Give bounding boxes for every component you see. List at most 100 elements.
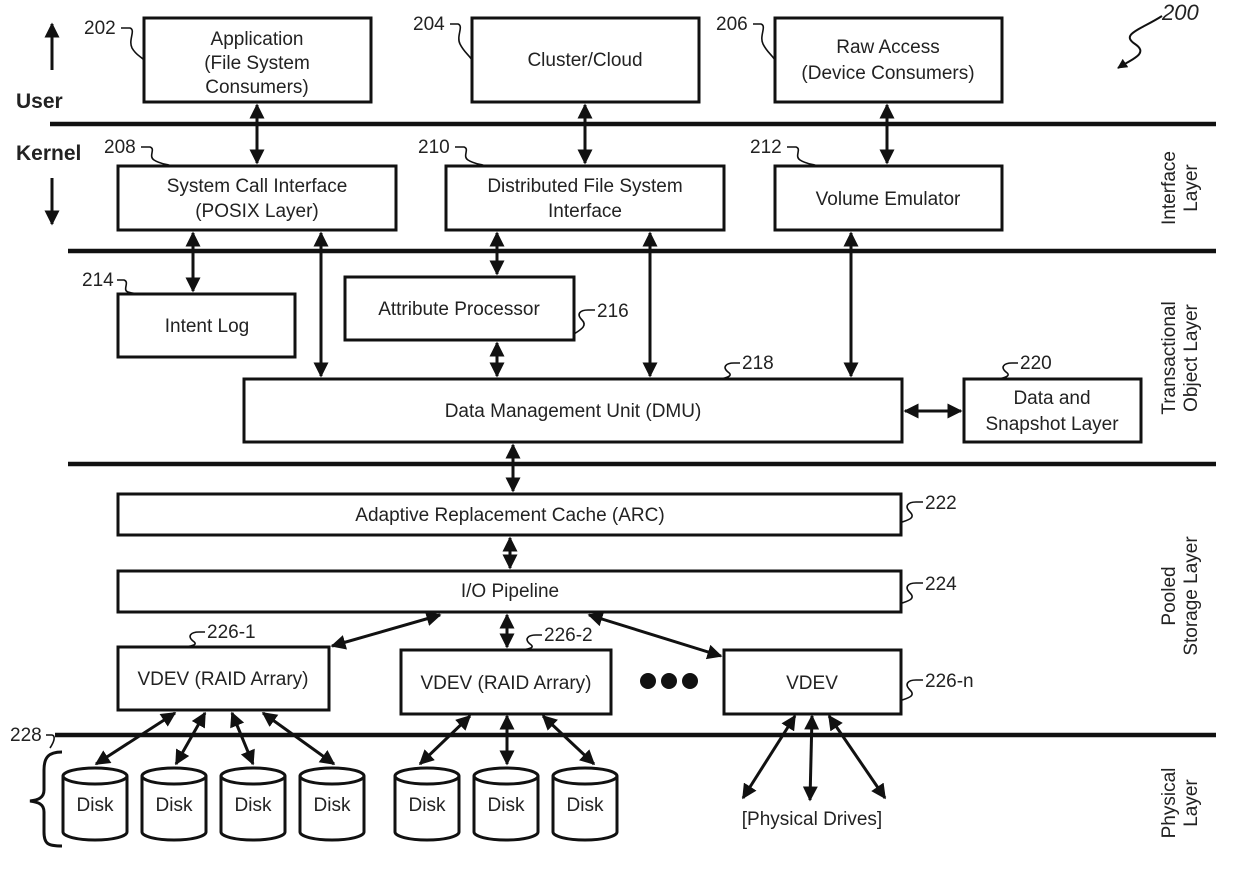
application-box: Application (File System Consumers) 202 bbox=[84, 16, 373, 104]
ref-label: 212 bbox=[750, 137, 782, 158]
physical-layer-label: Physical Layer bbox=[1159, 768, 1202, 839]
leader-line bbox=[455, 146, 487, 167]
disk-icon: Disk bbox=[472, 766, 540, 842]
disk-array: Disk Disk Disk Disk Disk Disk Disk bbox=[61, 766, 619, 842]
more-vdevs-ellipsis bbox=[640, 673, 698, 689]
ref-label: 208 bbox=[104, 137, 136, 158]
vdev2-disk-connector bbox=[418, 714, 472, 766]
svg-text:Interface: Interface bbox=[548, 201, 622, 222]
raw-access-box: Raw Access (Device Consumers) 206 bbox=[716, 14, 1004, 104]
transactional-layer-label: Transactional Object Layer bbox=[1159, 301, 1202, 414]
svg-text:Intent Log: Intent Log bbox=[165, 316, 250, 337]
leader-line bbox=[787, 146, 819, 167]
leader-line bbox=[184, 631, 205, 648]
disk-label: Disk bbox=[488, 795, 525, 816]
vdev-n-box: VDEV 226-n bbox=[722, 648, 974, 716]
io-pipeline-box: I/O Pipeline 224 bbox=[116, 569, 957, 614]
vdevn-drive-connector bbox=[802, 714, 820, 802]
physical-drives-label: [Physical Drives] bbox=[742, 809, 882, 830]
distributed-file-system-interface-box: Distributed File System Interface 210 bbox=[418, 137, 726, 232]
ref-label: 214 bbox=[82, 270, 114, 291]
svg-text:Consumers): Consumers) bbox=[205, 77, 308, 98]
leader-line bbox=[521, 634, 542, 651]
svg-text:Attribute Processor: Attribute Processor bbox=[378, 299, 540, 320]
figure-ref: 200 bbox=[1161, 0, 1199, 25]
svg-text:Application: Application bbox=[211, 29, 304, 50]
vdevn-drive-connector bbox=[741, 714, 797, 800]
svg-text:System Call Interface: System Call Interface bbox=[167, 176, 348, 197]
vdev1-disk-connector bbox=[174, 711, 207, 766]
vdevn-drive-connector bbox=[827, 714, 887, 800]
data-snapshot-layer-box: Data and Snapshot Layer 220 bbox=[962, 353, 1143, 444]
svg-text:Volume Emulator: Volume Emulator bbox=[816, 189, 961, 210]
svg-text:Storage Layer: Storage Layer bbox=[1181, 536, 1202, 656]
ref-label: 222 bbox=[925, 493, 957, 514]
leader-line bbox=[753, 23, 776, 61]
disk-label: Disk bbox=[567, 795, 604, 816]
svg-text:VDEV (RAID Arrary): VDEV (RAID Arrary) bbox=[420, 673, 591, 694]
vdev1-disk-connector bbox=[230, 711, 255, 766]
user-zone-label: User bbox=[16, 90, 63, 113]
svg-text:Interface: Interface bbox=[1159, 151, 1180, 225]
ref-label: 204 bbox=[413, 14, 445, 35]
svg-text:Layer: Layer bbox=[1181, 164, 1202, 212]
leader-line bbox=[46, 734, 55, 749]
leader-line bbox=[117, 279, 147, 295]
leader-line bbox=[573, 309, 595, 335]
system-call-interface-box: System Call Interface (POSIX Layer) 208 bbox=[104, 137, 398, 232]
ref-label: 226-2 bbox=[544, 625, 593, 646]
leader-line bbox=[719, 362, 740, 380]
svg-text:Transactional: Transactional bbox=[1159, 301, 1180, 414]
adaptive-replacement-cache-box: Adaptive Replacement Cache (ARC) 222 bbox=[116, 492, 957, 537]
disk-icon: Disk bbox=[61, 766, 129, 842]
disk-icon: Disk bbox=[551, 766, 619, 842]
svg-text:Pooled: Pooled bbox=[1159, 566, 1180, 625]
svg-text:Raw Access: Raw Access bbox=[836, 37, 939, 58]
svg-text:(POSIX Layer): (POSIX Layer) bbox=[195, 201, 319, 222]
disk-label: Disk bbox=[409, 795, 446, 816]
svg-text:Adaptive Replacement Cache (AR: Adaptive Replacement Cache (ARC) bbox=[355, 505, 664, 526]
vdev1-disk-connector bbox=[261, 711, 336, 766]
svg-text:Object Layer: Object Layer bbox=[1181, 303, 1202, 411]
leader-line bbox=[450, 23, 473, 61]
ref-label: 226-1 bbox=[207, 622, 256, 643]
svg-text:VDEV: VDEV bbox=[786, 673, 838, 694]
kernel-zone-label: Kernel bbox=[16, 142, 81, 165]
svg-text:Distributed File System: Distributed File System bbox=[487, 176, 682, 197]
disk-label: Disk bbox=[156, 795, 193, 816]
io-vdev1-connector bbox=[330, 611, 442, 650]
disk-label: Disk bbox=[77, 795, 114, 816]
disk-icon: Disk bbox=[393, 766, 461, 842]
disk-label: Disk bbox=[314, 795, 351, 816]
cluster-cloud-box: Cluster/Cloud 204 bbox=[413, 14, 701, 104]
leader-line bbox=[997, 362, 1018, 380]
disk-icon: Disk bbox=[140, 766, 208, 842]
ref-label: 218 bbox=[742, 353, 774, 374]
vdev1-disk-connector bbox=[94, 711, 177, 766]
intent-log-box: Intent Log 214 bbox=[82, 270, 297, 359]
ref-label: 216 bbox=[597, 301, 629, 322]
svg-text:Layer: Layer bbox=[1181, 779, 1202, 827]
zfs-architecture-diagram: User Kernel 200 Interface Layer Transact… bbox=[10, 0, 1216, 848]
vdev2-disk-connector bbox=[541, 714, 596, 766]
ref-label: 226-n bbox=[925, 671, 974, 692]
svg-text:Physical: Physical bbox=[1159, 768, 1180, 839]
disk-group-brace bbox=[29, 750, 63, 848]
ref-label: 206 bbox=[716, 14, 748, 35]
volume-emulator-box: Volume Emulator 212 bbox=[750, 137, 1004, 232]
figure-pointer-icon bbox=[1117, 15, 1163, 69]
ref-label: 202 bbox=[84, 18, 116, 39]
pooled-storage-layer-label: Pooled Storage Layer bbox=[1159, 536, 1202, 656]
disk-group-ref: 228 bbox=[10, 725, 42, 746]
disk-label: Disk bbox=[235, 795, 272, 816]
leader-line bbox=[141, 146, 173, 167]
leader-line bbox=[901, 679, 923, 701]
disk-icon: Disk bbox=[219, 766, 287, 842]
leader-line bbox=[901, 501, 923, 523]
svg-text:(File System: (File System bbox=[204, 53, 310, 74]
svg-text:Data Management Unit (DMU): Data Management Unit (DMU) bbox=[445, 401, 702, 422]
vdev-raid-array-1-box: VDEV (RAID Arrary) 226-1 bbox=[116, 622, 331, 712]
leader-line bbox=[901, 582, 923, 604]
ref-label: 224 bbox=[925, 574, 957, 595]
svg-text:(Device Consumers): (Device Consumers) bbox=[801, 63, 974, 84]
